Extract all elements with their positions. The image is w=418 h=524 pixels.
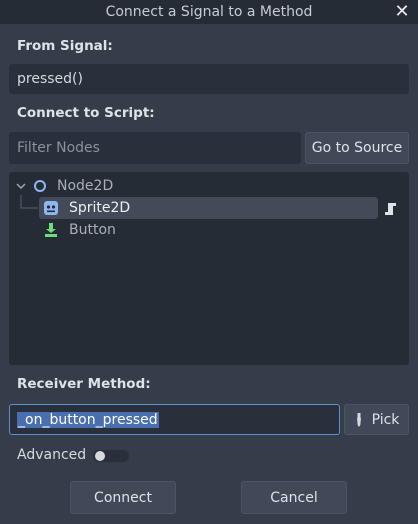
cancel-button[interactable]: Cancel bbox=[241, 481, 347, 514]
receiver-method-value: _on_button_pressed bbox=[17, 411, 159, 428]
receiver-method-label: Receiver Method: bbox=[17, 376, 151, 392]
from-signal-field: pressed() bbox=[9, 64, 409, 94]
advanced-toggle[interactable] bbox=[93, 450, 129, 462]
button-icon bbox=[45, 223, 57, 237]
window-title: Connect a Signal to a Method bbox=[105, 4, 313, 20]
tree-item-button[interactable]: Button bbox=[43, 219, 343, 241]
sprite2d-icon bbox=[44, 201, 58, 215]
from-signal-label: From Signal: bbox=[17, 38, 113, 54]
tree-item-node2d[interactable]: Node2D bbox=[15, 175, 395, 197]
filter-nodes-placeholder: Filter Nodes bbox=[17, 140, 100, 156]
close-icon[interactable]: ✕ bbox=[393, 3, 411, 21]
title-bar: Connect a Signal to a Method ✕ bbox=[0, 0, 418, 24]
pipette-icon bbox=[356, 412, 361, 427]
tree-item-label: Sprite2D bbox=[69, 200, 131, 216]
connect-to-script-label: Connect to Script: bbox=[17, 105, 155, 121]
chevron-down-icon[interactable] bbox=[15, 180, 27, 192]
filter-nodes-input[interactable]: Filter Nodes bbox=[9, 132, 301, 164]
advanced-label: Advanced bbox=[17, 447, 87, 463]
tree-item-label: Node2D bbox=[57, 178, 114, 194]
pick-label: Pick bbox=[371, 411, 400, 428]
tree-connector bbox=[20, 195, 38, 209]
dialog-body: From Signal: pressed() Connect to Script… bbox=[0, 24, 418, 524]
node2d-circle-icon bbox=[34, 180, 46, 192]
tree-item-label: Button bbox=[69, 222, 116, 238]
script-icon[interactable] bbox=[383, 201, 399, 217]
go-to-source-button[interactable]: Go to Source bbox=[305, 132, 409, 164]
node-tree[interactable]: Node2D Sprite2D Button bbox=[9, 172, 409, 365]
toggle-knob bbox=[95, 451, 105, 461]
receiver-method-input[interactable]: _on_button_pressed bbox=[9, 404, 340, 435]
connect-button[interactable]: Connect bbox=[70, 481, 176, 514]
from-signal-value: pressed() bbox=[17, 71, 83, 87]
pick-button[interactable]: Pick bbox=[344, 404, 409, 435]
tree-item-sprite2d[interactable]: Sprite2D bbox=[39, 197, 378, 219]
